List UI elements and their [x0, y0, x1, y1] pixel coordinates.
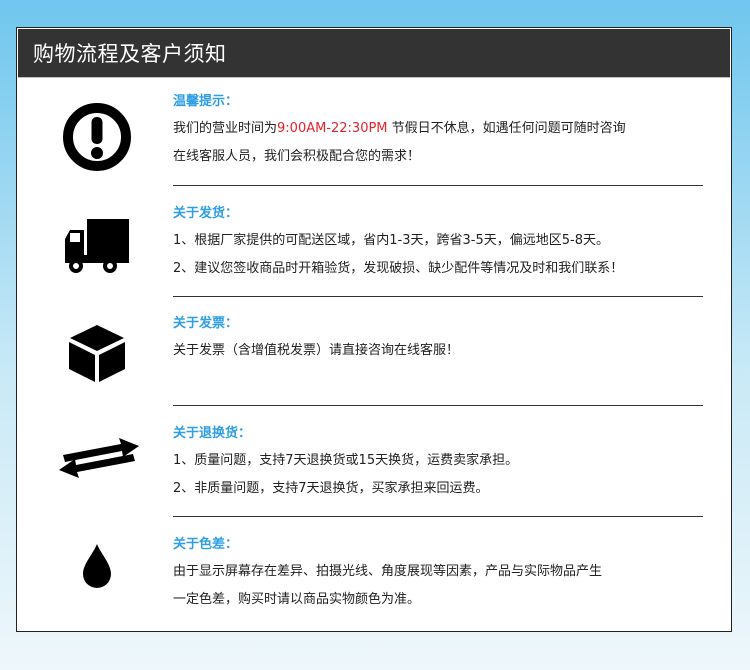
section-line: 由于显示屏幕存在差异、拍摄光线、角度展现等因素，产品与实际物品产生: [173, 564, 603, 579]
divider: [173, 516, 703, 517]
business-hours: 9:00AM-22:30PM: [277, 121, 388, 136]
section-title: 温馨提示：: [173, 94, 239, 109]
divider: [173, 185, 703, 186]
divider: [173, 296, 703, 297]
section-line: 2、建议您签收商品时开箱验货，发现破损、缺少配件等情况及时和我们联系！: [173, 261, 624, 276]
exclamation-circle-icon: [61, 101, 133, 173]
page-title: 购物流程及客户须知: [33, 42, 227, 66]
section-line: 2、非质量问题，支持7天退换货，买家承担来回运费。: [173, 481, 489, 496]
section-title: 关于发票：: [173, 316, 239, 331]
exchange-arrows-icon: [57, 436, 141, 480]
section-title: 关于发货：: [173, 206, 239, 221]
section-line: 关于发票（含增值税发票）请直接咨询在线客服！: [173, 343, 460, 358]
box-icon: [61, 320, 133, 386]
section-line: 1、质量问题，支持7天退换货或15天换货，运费卖家承担。: [173, 453, 519, 468]
truck-icon: [61, 214, 133, 280]
divider: [173, 405, 703, 406]
section-title: 关于色差：: [173, 537, 239, 552]
section-line: 在线客服人员，我们会积极配合您的需求！: [173, 149, 421, 164]
section-title: 关于退换货：: [173, 426, 252, 441]
section-line: 我们的营业时间为9:00AM-22:30PM 节假日不休息，如遇任何问题可随时咨…: [173, 121, 626, 136]
panel-header: 购物流程及客户须知: [18, 29, 730, 78]
section-line: 一定色差，购买时请以商品实物颜色为准。: [173, 592, 421, 607]
drop-icon: [61, 540, 133, 592]
section-line: 1、根据厂家提供的可配送区域，省内1-3天，跨省3-5天，偏远地区5-8天。: [173, 233, 609, 248]
notice-panel: 购物流程及客户须知 温馨提示： 我们的营业时间为9:00AM-22:30PM 节…: [16, 27, 732, 632]
